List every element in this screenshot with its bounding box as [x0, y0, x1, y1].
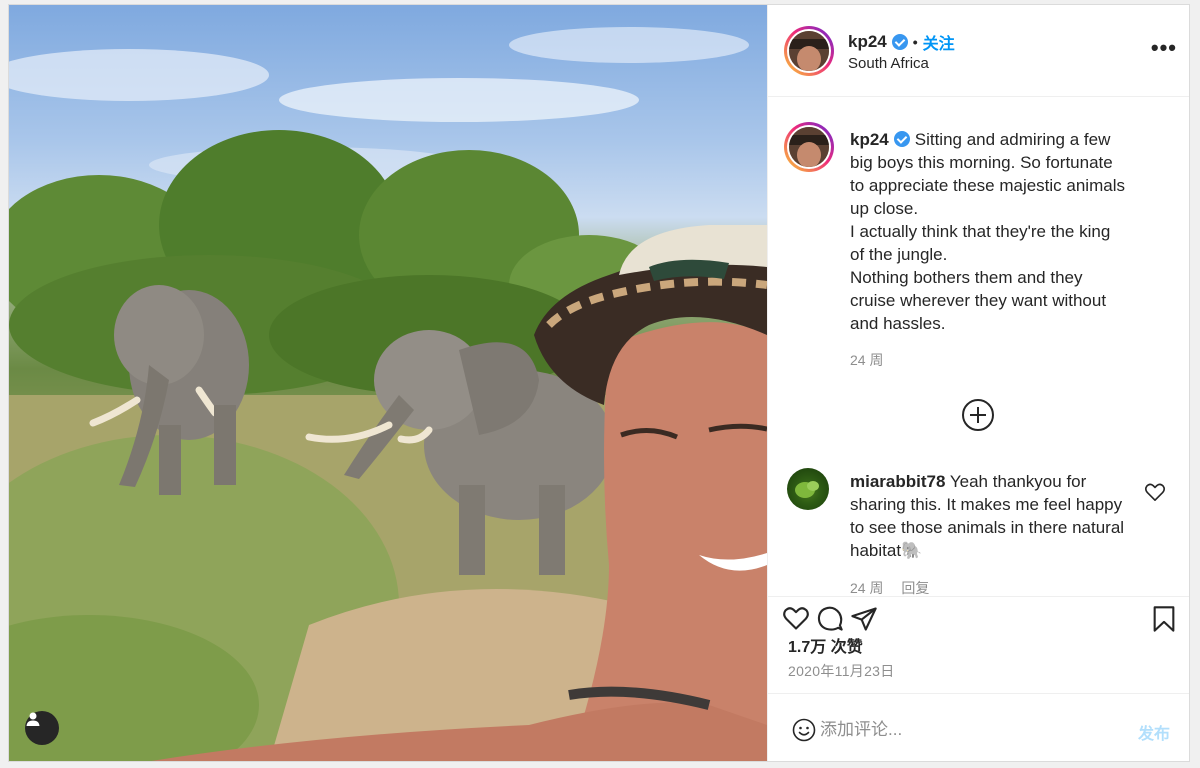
- post-dialog: kp24 • 关注 South Africa ••• kp24 Sitting …: [8, 4, 1190, 762]
- caption-timestamp[interactable]: 24 周: [850, 350, 883, 370]
- save-button[interactable]: [1152, 605, 1176, 638]
- post-photo[interactable]: [9, 5, 767, 761]
- caption-line: I actually think that they're the king: [850, 222, 1111, 241]
- bookmark-icon: [1153, 606, 1175, 632]
- post-actions: 1.7万 次赞 2020年11月23日: [768, 596, 1189, 693]
- verified-badge-icon: [893, 131, 910, 147]
- caption-line: cruise wherever they want without: [850, 291, 1107, 310]
- caption-avatar[interactable]: [784, 122, 834, 172]
- caption-line: and hassles.: [850, 314, 946, 333]
- add-comment-bar: 发布: [768, 693, 1189, 761]
- commenter-avatar-image: [795, 481, 819, 498]
- heart-icon: [783, 607, 809, 630]
- comment-like-button[interactable]: [1144, 482, 1166, 507]
- commenter-avatar[interactable]: [787, 468, 829, 510]
- more-options-icon[interactable]: •••: [1151, 35, 1177, 61]
- comment-timestamp[interactable]: 24 周: [850, 580, 883, 596]
- share-icon: [851, 607, 877, 631]
- post-date[interactable]: 2020年11月23日: [788, 661, 895, 681]
- emoji-button[interactable]: [792, 718, 816, 747]
- load-more-icon[interactable]: [962, 399, 994, 431]
- author-avatar[interactable]: [784, 26, 834, 76]
- photo-scene: [9, 27, 767, 761]
- user-tag-icon: [26, 712, 40, 726]
- like-button[interactable]: [782, 605, 810, 636]
- heart-icon: [1144, 483, 1166, 501]
- commenter-username[interactable]: miarabbit78: [850, 472, 945, 491]
- comment-meta: 24 周 回复: [850, 578, 943, 596]
- caption-text: kp24 Sitting and admiring a few big boys …: [850, 128, 1160, 335]
- separator-dot: •: [912, 34, 918, 50]
- follow-button[interactable]: 关注: [923, 30, 955, 54]
- user-tag-button[interactable]: [25, 711, 59, 745]
- comment-input[interactable]: [820, 714, 1120, 746]
- verified-badge-icon: [891, 34, 908, 50]
- caption-avatar-image: [789, 127, 829, 167]
- reply-button[interactable]: 回复: [901, 580, 929, 596]
- author-name-row: kp24 • 关注: [848, 30, 955, 54]
- comment-text: miarabbit78 Yeah thankyou for sharing th…: [850, 470, 1130, 562]
- caption-line: up close.: [850, 199, 919, 218]
- author-avatar-image: [789, 31, 829, 71]
- author-username[interactable]: kp24: [848, 32, 887, 52]
- caption-line: of the jungle.: [850, 245, 948, 264]
- post-header: kp24 • 关注 South Africa •••: [768, 5, 1189, 97]
- caption-line: Sitting and admiring a few: [914, 130, 1111, 149]
- caption-line: to appreciate these majestic animals: [850, 176, 1125, 195]
- comments-list[interactable]: kp24 Sitting and admiring a few big boys …: [768, 98, 1189, 596]
- post-side-panel: kp24 • 关注 South Africa ••• kp24 Sitting …: [767, 5, 1189, 761]
- emoji-icon: [792, 718, 816, 742]
- caption-username[interactable]: kp24: [850, 130, 889, 149]
- post-comment-button[interactable]: 发布: [1138, 720, 1170, 744]
- caption-line: Nothing bothers them and they: [850, 268, 1083, 287]
- post-location[interactable]: South Africa: [848, 55, 929, 72]
- likes-count[interactable]: 1.7万 次赞: [788, 633, 863, 657]
- comment-icon: [817, 606, 843, 631]
- caption-line: big boys this morning. So fortunate: [850, 153, 1113, 172]
